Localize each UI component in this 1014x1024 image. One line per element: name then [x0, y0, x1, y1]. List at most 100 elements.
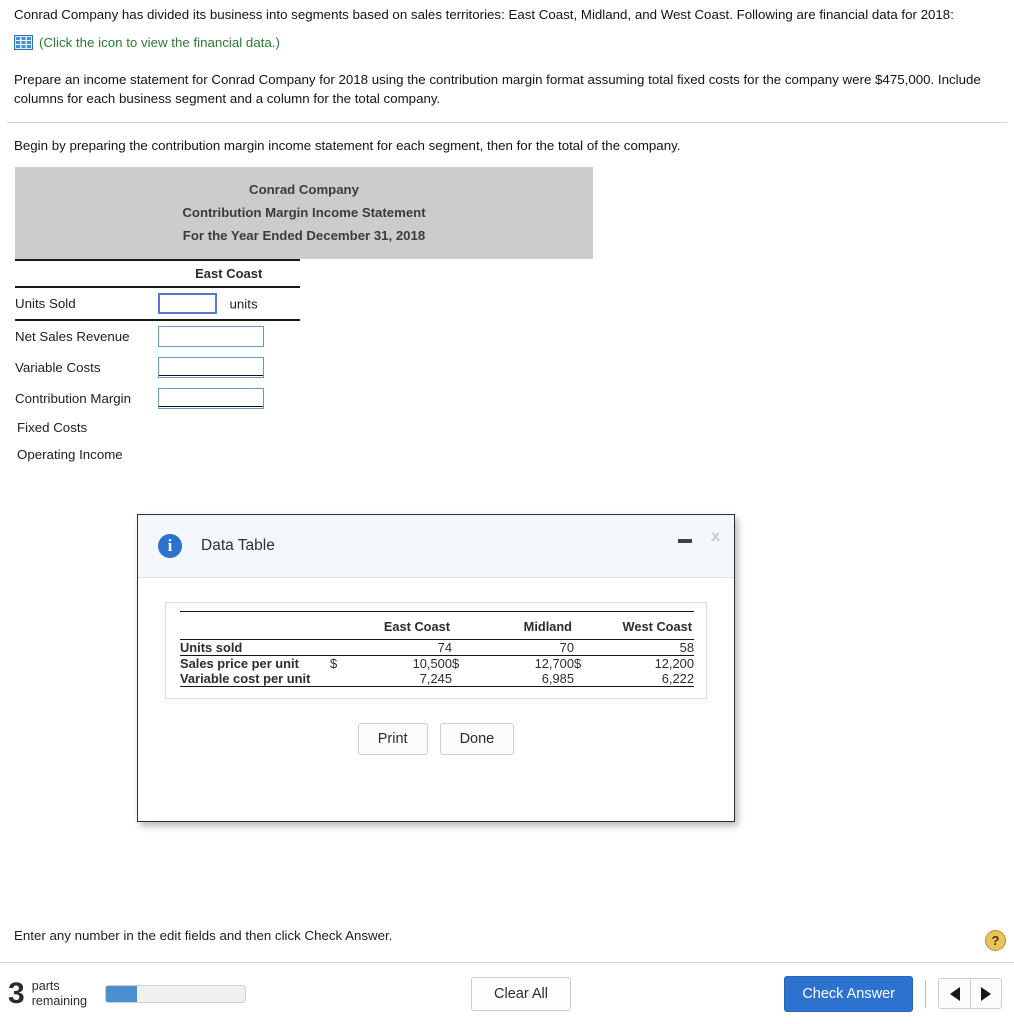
- dialog-title-bar: i Data Table x: [138, 515, 734, 578]
- problem-statement: Conrad Company has divided its business …: [0, 0, 1014, 109]
- check-answer-button[interactable]: Check Answer: [784, 975, 913, 1012]
- statement-header-period: For the Year Ended December 31, 2018: [182, 228, 426, 244]
- data-table-header-row: East Coast Midland West Coast: [180, 613, 694, 640]
- financial-data-link-row[interactable]: (Click the icon to view the financial da…: [14, 34, 1000, 50]
- contribution-margin-statement: Begin by preparing the contribution marg…: [0, 138, 1014, 469]
- parts-remaining-count: 3: [8, 976, 25, 1010]
- table-row: Units sold 74 70 58: [180, 639, 694, 656]
- print-button[interactable]: Print: [357, 723, 428, 755]
- data-row-label-sales-price: Sales price per unit: [180, 655, 299, 671]
- view-financial-data-link[interactable]: (Click the icon to view the financial da…: [39, 35, 280, 50]
- net-sales-revenue-input[interactable]: [157, 326, 264, 348]
- row-label-net-sales-revenue: Net Sales Revenue: [15, 329, 130, 345]
- data-table-col-spacer-2: [452, 613, 468, 640]
- data-table-col-west-coast: West Coast: [590, 613, 694, 640]
- statement-table: East Coast Units Sold units Net Sales Re…: [15, 259, 300, 468]
- previous-button[interactable]: [938, 978, 970, 1009]
- data-row-2-value-west: 6,222: [661, 670, 694, 686]
- close-icon[interactable]: x: [709, 529, 722, 545]
- data-row-1-dollar-midland: $: [452, 655, 460, 671]
- data-row-0-dollar-east: [330, 639, 346, 656]
- row-cell-variable-costs: [157, 352, 301, 383]
- data-table-col-midland: Midland: [468, 613, 574, 640]
- data-row-1-dollar-east: $: [330, 655, 338, 671]
- statement-row-units-sold: Units Sold units: [15, 287, 300, 322]
- table-row: Variable cost per unit 7,245 6,985 6,222: [180, 671, 694, 687]
- data-row-1-dollar-west: $: [574, 655, 582, 671]
- statement-header-company: Conrad Company: [249, 181, 359, 197]
- data-row-0-value-west: 58: [590, 639, 694, 656]
- data-row-2-dollar-midland: [452, 671, 468, 687]
- previous-arrow-icon: [949, 986, 960, 1001]
- data-row-0-dollar-west: [574, 639, 590, 656]
- contribution-margin-total-rule: [158, 406, 263, 408]
- section-divider: [7, 121, 1007, 123]
- progress-bar: [105, 984, 246, 1003]
- parts-remaining-label: parts remaining: [32, 979, 87, 1007]
- info-icon: i: [158, 534, 182, 558]
- statement-col-header-east-coast: East Coast: [157, 262, 300, 289]
- progress-bar-fill: [106, 985, 137, 1002]
- data-row-2-value-east: 7,245: [419, 670, 452, 686]
- statement-column-header-row: East Coast: [15, 262, 300, 289]
- row-cell-fixed-costs: [158, 414, 301, 441]
- statement-header-block: Conrad Company Contribution Margin Incom…: [15, 166, 593, 260]
- row-label-contribution-margin: Contribution Margin: [15, 391, 132, 407]
- dialog-actions: Print Done: [165, 723, 707, 755]
- clear-all-button[interactable]: Clear All: [471, 976, 571, 1011]
- done-button[interactable]: Done: [439, 723, 515, 755]
- statement-row-net-sales-revenue: Net Sales Revenue: [15, 320, 300, 352]
- problem-paragraph-1: Conrad Company has divided its business …: [14, 7, 954, 22]
- data-table-bottom-rule: [180, 685, 694, 688]
- variable-costs-subtotal-rule: [158, 375, 263, 377]
- statement-label-col-header: [15, 262, 158, 289]
- statement-row-contribution-margin: Contribution Margin: [15, 383, 300, 414]
- begin-instruction: Begin by preparing the contribution marg…: [14, 137, 681, 153]
- statement-header-title: Contribution Margin Income Statement: [182, 204, 426, 220]
- parts-word-line1: parts: [31, 979, 60, 994]
- spreadsheet-icon[interactable]: [14, 34, 33, 50]
- footer-right-group: Check Answer: [784, 975, 1002, 1012]
- data-table-col-spacer-1: [330, 613, 346, 640]
- data-table-col-spacer-3: [574, 613, 590, 640]
- table-row: Sales price per unit $ 10,500 $ 12,700 $…: [180, 655, 694, 671]
- hint-text: Enter any number in the edit fields and …: [14, 928, 393, 943]
- parts-word-line2: remaining: [31, 993, 87, 1008]
- clear-all-wrapper: Clear All: [471, 976, 571, 1011]
- dialog-body: East Coast Midland West Coast Units sold…: [138, 578, 734, 755]
- minimize-icon[interactable]: [677, 529, 693, 545]
- row-label-units-sold: Units Sold: [15, 287, 158, 322]
- data-row-0-dollar-midland: [452, 639, 468, 656]
- data-table-frame: East Coast Midland West Coast Units sold…: [165, 602, 707, 699]
- data-row-0-value-east: 74: [346, 639, 452, 656]
- statement-row-fixed-costs: Fixed Costs: [15, 414, 300, 441]
- row-label-operating-income: Operating Income: [17, 447, 123, 463]
- footer-hint-row: Enter any number in the edit fields and …: [0, 928, 1014, 958]
- data-table-col-blank: [180, 613, 330, 640]
- row-label-fixed-costs: Fixed Costs: [17, 420, 88, 436]
- data-row-2-dollar-east: [330, 671, 346, 687]
- problem-paragraph-2: Prepare an income statement for Conrad C…: [14, 71, 981, 106]
- row-cell-units-sold: units: [157, 287, 300, 322]
- units-sold-input[interactable]: [157, 293, 217, 315]
- row-cell-net-sales-revenue: [157, 320, 301, 352]
- data-row-label-units-sold: Units sold: [180, 639, 330, 656]
- row-label-variable-costs: Variable Costs: [15, 360, 101, 376]
- help-icon[interactable]: ?: [985, 930, 1006, 951]
- footer-toolbar: 3 parts remaining Clear All Check Answer: [0, 963, 1014, 1024]
- row-cell-operating-income: [158, 441, 301, 468]
- data-row-0-value-midland: 70: [468, 639, 574, 656]
- row-cell-contribution-margin: [157, 383, 301, 414]
- data-table-dialog: i Data Table x East Coast Midland West C…: [137, 514, 735, 822]
- data-row-2-dollar-west: [574, 671, 590, 687]
- footer-separator: [925, 979, 926, 1008]
- data-table-col-east-coast: East Coast: [346, 613, 452, 640]
- dialog-title: Data Table: [201, 537, 275, 554]
- next-arrow-icon: [981, 986, 991, 1001]
- dialog-window-controls: x: [677, 529, 722, 545]
- data-row-1-value-east: 10,500: [412, 655, 452, 671]
- data-row-1-value-west: 12,200: [654, 655, 694, 671]
- statement-row-variable-costs: Variable Costs: [15, 352, 300, 383]
- parts-remaining-block: 3 parts remaining: [8, 976, 87, 1010]
- next-button[interactable]: [970, 978, 1002, 1009]
